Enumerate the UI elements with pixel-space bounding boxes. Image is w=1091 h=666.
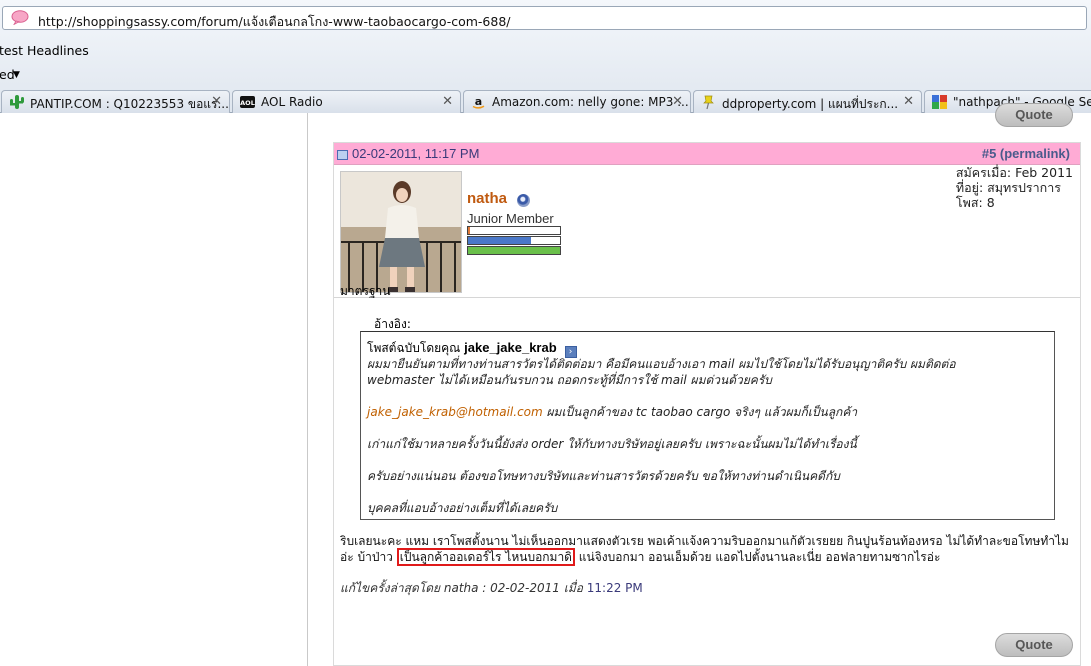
post-count: โพส: 8 xyxy=(955,195,995,210)
quote-line: jake_jake_krab@hotmail.com ผมเป็นลูกค้าข… xyxy=(367,403,857,422)
tab-bar: PANTIP.COM : Q10223553 ขอแร... ✕ AOL AOL… xyxy=(0,89,1091,113)
bookmark-latest-headlines[interactable]: test Headlines xyxy=(0,43,89,58)
reputation-bar-1 xyxy=(467,226,561,235)
url-text[interactable]: http://shoppingsassy.com/forum/แจ้งเตือน… xyxy=(38,12,511,32)
post-date: 02-02-2011, 11:17 PM xyxy=(352,146,480,161)
bar-fill xyxy=(468,227,470,234)
close-icon[interactable]: ✕ xyxy=(442,94,453,109)
dropdown-arrow-icon[interactable]: ▼ xyxy=(13,70,20,80)
post-icon xyxy=(337,150,348,160)
post-message: มาตรฐาน อ้างอิง: โพสต์ฉบับโดยคุณ jake_ja… xyxy=(340,277,1074,665)
svg-text:AOL: AOL xyxy=(240,99,255,107)
quote-line: บุคคลที่แอบอ้างอย่างเต็มที่ได้เลยครับ xyxy=(367,501,558,515)
permalink[interactable]: #5 (permalink) xyxy=(982,146,1070,161)
tab-label: ddproperty.com | แผนที่ประก... xyxy=(722,97,899,111)
reputation-bar-3 xyxy=(467,246,561,255)
message-text: มาตรฐาน xyxy=(340,284,391,298)
online-status-icon xyxy=(517,194,530,207)
quote-line-text: ผมเป็นลูกค้าของ tc taobao cargo จริงๆ แล… xyxy=(542,405,858,419)
post-header: 02-02-2011, 11:17 PM #5 (permalink) xyxy=(334,143,1080,165)
google-icon xyxy=(932,95,947,109)
join-date: สมัครเมื่อ: Feb 2011 xyxy=(955,165,1073,180)
tab-label: Amazon.com: nelly gone: MP3 ... xyxy=(492,95,689,109)
tab-pantip[interactable]: PANTIP.COM : Q10223553 ขอแร... ✕ xyxy=(1,90,230,113)
edit-note-text: แก้ไขครั้งล่าสุดโดย natha : 02-02-2011 เ… xyxy=(340,581,587,595)
forum-post: 02-02-2011, 11:17 PM #5 (permalink) nath… xyxy=(333,142,1081,666)
quote-line: เก่าแก่ใช้มาหลายครั้งวันนี้ยังส่ง order … xyxy=(367,437,857,451)
reputation-bar-2 xyxy=(467,236,561,245)
tab-aol-radio[interactable]: AOL AOL Radio ✕ xyxy=(232,90,461,113)
tab-amazon[interactable]: a Amazon.com: nelly gone: MP3 ... ✕ xyxy=(463,90,691,113)
amazon-icon: a xyxy=(472,95,485,109)
svg-text:a: a xyxy=(475,95,482,108)
quote-line: ครับอย่างแน่นอน ต้องขอโทษทางบริษัทและท่า… xyxy=(367,469,840,483)
user-rank: Junior Member xyxy=(467,211,554,226)
username[interactable]: natha xyxy=(467,190,507,207)
email-link[interactable]: jake_jake_krab@hotmail.com xyxy=(367,405,543,419)
quote-line: webmaster ไม่ได้เหมือนกันรบกวน ถอดกระทู้… xyxy=(367,373,772,387)
pin-icon xyxy=(703,95,714,110)
quote-button-previous[interactable]: Quote xyxy=(995,103,1073,127)
tab-ddproperty[interactable]: ddproperty.com | แผนที่ประก... ✕ xyxy=(693,90,922,113)
browser-chrome: http://shoppingsassy.com/forum/แจ้งเตือน… xyxy=(0,0,1091,113)
quote-button[interactable]: Quote xyxy=(995,633,1073,657)
left-sidebar xyxy=(0,113,308,666)
user-details: สมัครเมื่อ: Feb 2011 ที่อยู่: สมุทรปรากา… xyxy=(956,165,1073,210)
bar-fill xyxy=(468,247,560,254)
quote-author-prefix: โพสต์ฉบับโดยคุณ xyxy=(367,341,461,355)
user-location: ที่อยู่: สมุทรปราการ xyxy=(955,180,1061,195)
speech-bubble-icon xyxy=(11,10,29,25)
highlighted-text: เป็นลูกค้าออเดอร์ไร ไหนบอกมาดิ xyxy=(396,548,575,566)
quote-author: jake_jake_krab xyxy=(464,340,557,355)
tab-label: PANTIP.COM : Q10223553 ขอแร... xyxy=(30,97,229,111)
avatar-photo xyxy=(341,172,461,292)
quote-box: โพสต์ฉบับโดยคุณ jake_jake_krab › ผมมายืน… xyxy=(360,331,1055,520)
avatar[interactable] xyxy=(340,171,462,293)
aol-icon: AOL xyxy=(240,96,255,108)
close-icon[interactable]: ✕ xyxy=(211,94,222,109)
reply-text-part: แน่จิงบอกมา ออนเอ็มด้วย แอดไปตั้งนานละเน… xyxy=(574,550,941,564)
cactus-icon xyxy=(10,95,24,109)
edit-time: 11:22 PM xyxy=(586,581,643,595)
address-row: http://shoppingsassy.com/forum/แจ้งเตือน… xyxy=(0,0,1091,36)
edit-note: แก้ไขครั้งล่าสุดโดย natha : 02-02-2011 เ… xyxy=(340,579,643,598)
bar-fill xyxy=(468,237,531,244)
tab-label: AOL Radio xyxy=(261,95,323,109)
close-icon[interactable]: ✕ xyxy=(672,94,683,109)
forum-page: Quote 02-02-2011, 11:17 PM #5 (permalink… xyxy=(0,103,1091,666)
reply-text: ริบเลยนะคะ แหม เราโพสตั้งนาน ไม่เห็นออกม… xyxy=(340,533,1074,566)
close-icon[interactable]: ✕ xyxy=(903,94,914,109)
